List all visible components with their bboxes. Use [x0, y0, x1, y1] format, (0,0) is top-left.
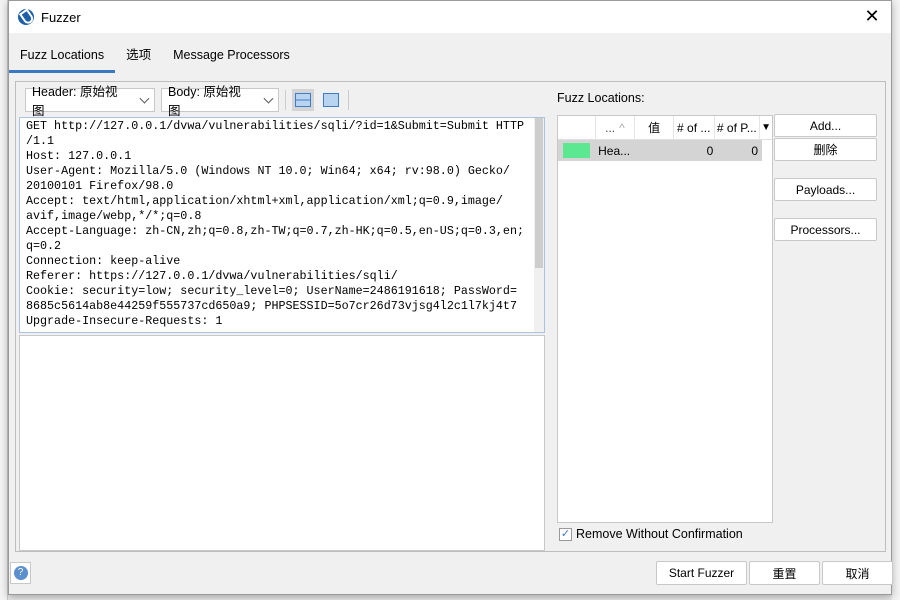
add-button[interactable]: Add... [774, 114, 877, 137]
start-fuzzer-button[interactable]: Start Fuzzer [656, 561, 747, 585]
view-toolbar: Header: 原始视图 Body: 原始视图 [25, 85, 349, 118]
payloads-button[interactable]: Payloads... [774, 178, 877, 201]
request-line: Upgrade-Insecure-Requests: 1 [26, 314, 223, 328]
chevron-down-icon [139, 93, 150, 103]
column-color[interactable] [558, 116, 596, 139]
window-title: Fuzzer [41, 9, 81, 25]
tab-bar: Fuzz Locations 选项 Message Processors [9, 41, 891, 73]
remove-without-confirmation-checkbox[interactable]: ✓ Remove Without Confirmation [559, 527, 743, 541]
request-line: q=0.2 [26, 239, 62, 253]
request-line: Cookie: security=low; security_level=0; … [26, 284, 517, 298]
remove-button[interactable]: 删除 [774, 138, 877, 161]
fuzz-locations-label: Fuzz Locations: [557, 91, 645, 105]
scrollbar[interactable] [534, 118, 544, 332]
cancel-button[interactable]: 取消 [822, 561, 893, 585]
processors-button[interactable]: Processors... [774, 218, 877, 241]
column-label: ... [605, 120, 616, 135]
divider [285, 90, 286, 110]
title-bar: Fuzzer ✕ [9, 1, 891, 33]
fuzz-locations-table: ... ^ 值 # of ... # of P... ▼ Hea... 0 0 [557, 115, 773, 523]
column-chooser-icon[interactable]: ▼ [760, 116, 772, 139]
background-window-left [0, 0, 8, 600]
column-count[interactable]: # of ... [674, 116, 715, 139]
location-name: Hea... [598, 143, 631, 158]
help-icon: ? [13, 566, 28, 580]
body-view-select[interactable]: Body: 原始视图 [161, 85, 279, 118]
table-row[interactable]: Hea... 0 0 [558, 140, 762, 161]
location-count: 0 [706, 143, 714, 158]
tab-fuzz-locations[interactable]: Fuzz Locations [9, 41, 116, 73]
column-value[interactable]: 值 [635, 116, 674, 139]
location-color-swatch [563, 143, 591, 158]
location-payloads: 0 [751, 143, 759, 158]
fuzzer-dialog: Fuzzer ✕ Fuzz Locations 选项 Message Proce… [8, 0, 893, 595]
divider [348, 90, 349, 110]
column-name[interactable]: ... ^ [596, 116, 636, 139]
split-vertical-layout-icon[interactable] [292, 89, 314, 111]
chevron-down-icon [263, 93, 274, 103]
zap-logo-icon [18, 9, 34, 25]
body-view-value: Body: 原始视图 [168, 85, 241, 118]
single-pane-layout-icon[interactable] [320, 89, 342, 111]
request-line: 20100101 Firefox/98.0 [26, 179, 174, 193]
request-line: avif,image/webp,*/*;q=0.8 [26, 209, 202, 223]
column-payloads[interactable]: # of P... [715, 116, 761, 139]
request-header-editor[interactable]: GET http://127.0.0.1/dvwa/vulnerabilitie… [19, 117, 545, 333]
close-icon[interactable]: ✕ [861, 6, 883, 27]
request-line: Host: 127.0.0.1 [26, 149, 132, 163]
request-line: Accept-Language: zh-CN,zh;q=0.8,zh-TW;q=… [26, 224, 524, 238]
checkmark-icon: ✓ [559, 527, 572, 541]
tab-message-processors[interactable]: Message Processors [162, 41, 301, 73]
request-line: Connection: keep-alive [26, 254, 181, 268]
request-line: User-Agent: Mozilla/5.0 (Windows NT 10.0… [26, 164, 510, 178]
request-line: Referer: https://127.0.0.1/dvwa/vulnerab… [26, 269, 398, 283]
tab-options[interactable]: 选项 [115, 41, 162, 73]
fuzz-locations-panel: Header: 原始视图 Body: 原始视图 GET http://127.0… [15, 81, 886, 552]
request-line: GET http://127.0.0.1/dvwa/vulnerabilitie… [26, 119, 524, 133]
reset-button[interactable]: 重置 [749, 561, 820, 585]
header-view-select[interactable]: Header: 原始视图 [25, 85, 155, 118]
checkbox-label: Remove Without Confirmation [576, 527, 743, 541]
header-view-value: Header: 原始视图 [32, 85, 118, 118]
background-window-right [892, 0, 900, 600]
request-line: Accept: text/html,application/xhtml+xml,… [26, 194, 503, 208]
request-body-editor[interactable] [19, 335, 545, 551]
request-line: 8685c5614ab8e44259f555737cd650a9; PHPSES… [26, 299, 517, 313]
table-header: ... ^ 值 # of ... # of P... ▼ [558, 116, 772, 140]
help-button[interactable]: ? [10, 562, 31, 584]
sort-ascending-icon: ^ [619, 120, 625, 135]
request-line: /1.1 [26, 134, 55, 148]
